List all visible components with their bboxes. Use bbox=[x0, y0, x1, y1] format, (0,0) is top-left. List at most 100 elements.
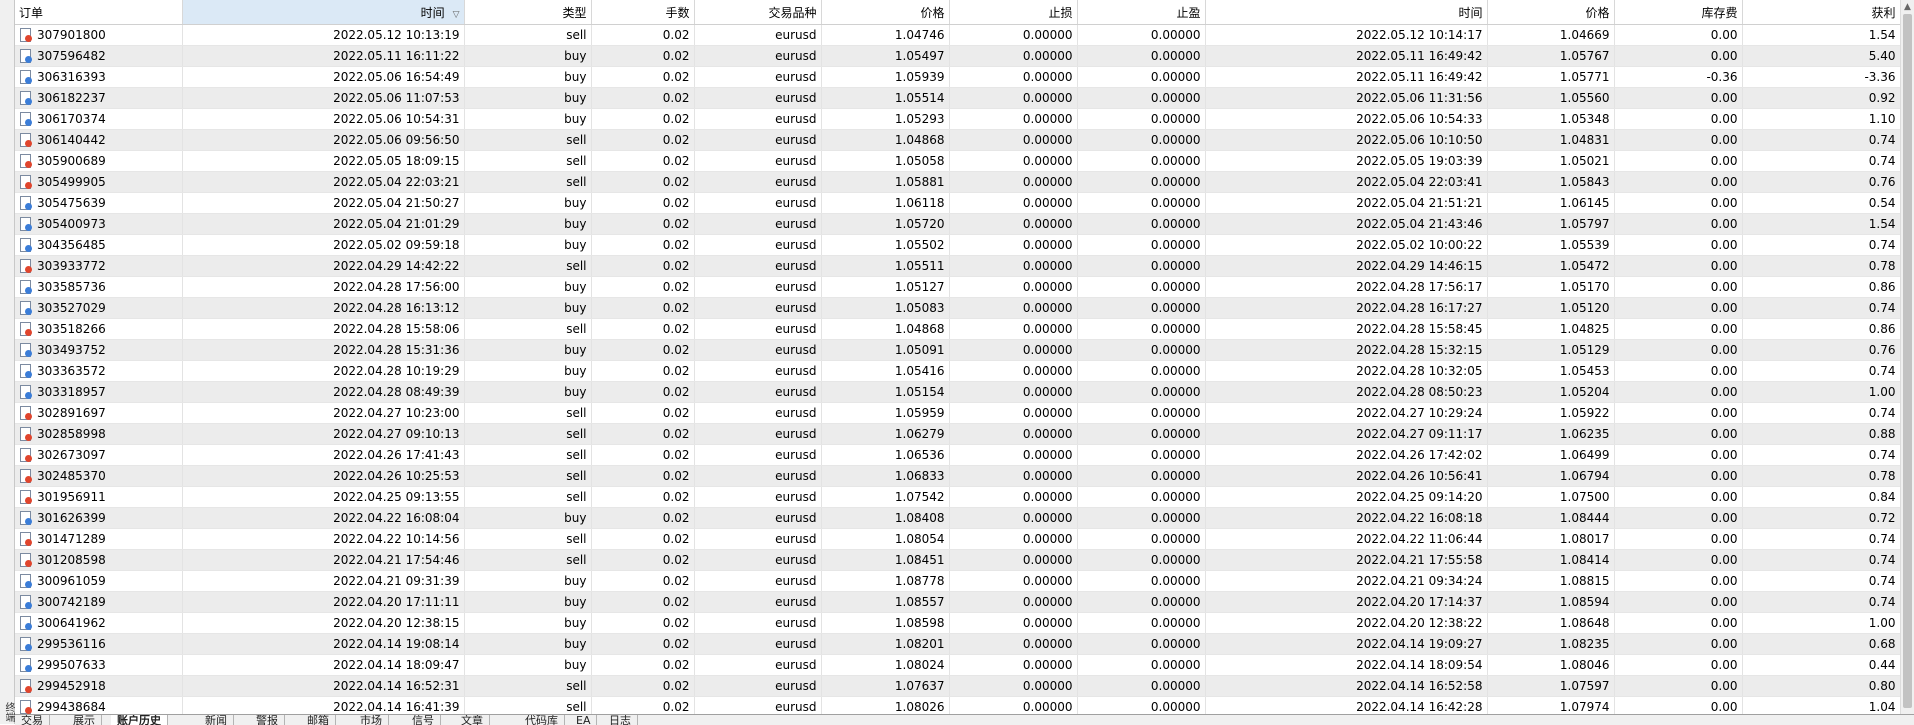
table-row[interactable]: 300641962 2022.04.20 12:38:15 buy 0.02 eurus… bbox=[15, 612, 1900, 634]
cell-type: buy bbox=[464, 192, 592, 214]
cell-swap: 0.00 bbox=[1614, 675, 1743, 697]
table-row[interactable]: 305900689 2022.05.05 18:09:15 sell 0.02 euru… bbox=[15, 150, 1900, 172]
column-header-swap[interactable]: 库存费 bbox=[1614, 0, 1743, 25]
cell-open-price: 1.06833 bbox=[821, 465, 950, 487]
cell-order: 301208598 bbox=[15, 549, 183, 571]
cell-open-price: 1.08201 bbox=[821, 633, 950, 655]
cell-order: 301471289 bbox=[15, 528, 183, 550]
scroll-up-arrow-icon[interactable]: ▲ bbox=[1904, 2, 1911, 12]
table-row[interactable]: 302485370 2022.04.26 10:25:53 sell 0.02 euru… bbox=[15, 465, 1900, 487]
vertical-scrollbar[interactable]: ▲ bbox=[1900, 0, 1914, 714]
table-row[interactable]: 299438684 2022.04.14 16:41:39 sell 0.02 euru… bbox=[15, 696, 1900, 714]
column-header-open-time[interactable]: 时间 ▽ bbox=[182, 0, 465, 25]
table-row[interactable]: 306140442 2022.05.06 09:56:50 sell 0.02 euru… bbox=[15, 129, 1900, 151]
cell-close-time: 2022.05.02 10:00:22 bbox=[1205, 234, 1488, 256]
cell-swap: 0.00 bbox=[1614, 255, 1743, 277]
column-header-tp[interactable]: 止盈 bbox=[1077, 0, 1206, 25]
table-row[interactable]: 305499905 2022.05.04 22:03:21 sell 0.02 euru… bbox=[15, 171, 1900, 193]
table-row[interactable]: 299536116 2022.04.14 19:08:14 buy 0.02 eurus… bbox=[15, 633, 1900, 655]
cell-swap: 0.00 bbox=[1614, 24, 1743, 46]
column-header-volume[interactable]: 手数 bbox=[591, 0, 695, 25]
cell-close-time: 2022.04.21 17:55:58 bbox=[1205, 549, 1488, 571]
cell-symbol: eurusd bbox=[694, 402, 822, 424]
table-row[interactable]: 304356485 2022.05.02 09:59:18 buy 0.02 eurus… bbox=[15, 234, 1900, 256]
cell-swap: 0.00 bbox=[1614, 570, 1743, 592]
cell-tp: 0.00000 bbox=[1077, 507, 1206, 529]
cell-open-time: 2022.04.21 17:54:46 bbox=[182, 549, 465, 571]
cell-open-time: 2022.05.05 18:09:15 bbox=[182, 150, 465, 172]
cell-open-time: 2022.05.04 21:01:29 bbox=[182, 213, 465, 235]
table-row[interactable]: 301626399 2022.04.22 16:08:04 buy 0.02 eurus… bbox=[15, 507, 1900, 529]
cell-profit: 0.74 bbox=[1742, 360, 1900, 382]
cell-type: sell bbox=[464, 402, 592, 424]
table-row[interactable]: 305400973 2022.05.04 21:01:29 buy 0.02 eurus… bbox=[15, 213, 1900, 235]
cell-close-time: 2022.04.26 17:42:02 bbox=[1205, 444, 1488, 466]
table-row[interactable]: 303518266 2022.04.28 15:58:06 sell 0.02 euru… bbox=[15, 318, 1900, 340]
cell-sl: 0.00000 bbox=[949, 654, 1078, 676]
table-row[interactable]: 301208598 2022.04.21 17:54:46 sell 0.02 euru… bbox=[15, 549, 1900, 571]
table-row[interactable]: 303493752 2022.04.28 15:31:36 buy 0.02 eurus… bbox=[15, 339, 1900, 361]
cell-symbol: eurusd bbox=[694, 360, 822, 382]
cell-volume: 0.02 bbox=[591, 675, 695, 697]
cell-close-price: 1.05539 bbox=[1487, 234, 1615, 256]
table-row[interactable]: 300961059 2022.04.21 09:31:39 buy 0.02 eurus… bbox=[15, 570, 1900, 592]
column-header-label: 交易品种 bbox=[768, 5, 817, 20]
cell-swap: 0.00 bbox=[1614, 360, 1743, 382]
cell-tp: 0.00000 bbox=[1077, 234, 1206, 256]
table-row[interactable]: 306316393 2022.05.06 16:54:49 buy 0.02 eurus… bbox=[15, 66, 1900, 88]
table-row[interactable]: 303527029 2022.04.28 16:13:12 buy 0.02 eurus… bbox=[15, 297, 1900, 319]
cell-symbol: eurusd bbox=[694, 129, 822, 151]
table-row[interactable]: 301471289 2022.04.22 10:14:56 sell 0.02 euru… bbox=[15, 528, 1900, 550]
cell-symbol: eurusd bbox=[694, 633, 822, 655]
column-header-close-price[interactable]: 价格 bbox=[1487, 0, 1615, 25]
cell-swap: 0.00 bbox=[1614, 318, 1743, 340]
cell-type: buy bbox=[464, 360, 592, 382]
table-row[interactable]: 303363572 2022.04.28 10:19:29 buy 0.02 eurus… bbox=[15, 360, 1900, 382]
cell-symbol: eurusd bbox=[694, 234, 822, 256]
cell-close-time: 2022.05.04 22:03:41 bbox=[1205, 171, 1488, 193]
cell-volume: 0.02 bbox=[591, 423, 695, 445]
table-row[interactable]: 303933772 2022.04.29 14:42:22 sell 0.02 euru… bbox=[15, 255, 1900, 277]
table-row[interactable]: 303585736 2022.04.28 17:56:00 buy 0.02 eurus… bbox=[15, 276, 1900, 298]
column-header-profit[interactable]: 获利 bbox=[1742, 0, 1900, 25]
cell-tp: 0.00000 bbox=[1077, 339, 1206, 361]
table-row[interactable]: 302858998 2022.04.27 09:10:13 sell 0.02 euru… bbox=[15, 423, 1900, 445]
cell-profit: 0.80 bbox=[1742, 675, 1900, 697]
column-header-type[interactable]: 类型 bbox=[464, 0, 592, 25]
cell-sl: 0.00000 bbox=[949, 507, 1078, 529]
table-row[interactable]: 299507633 2022.04.14 18:09:47 buy 0.02 eurus… bbox=[15, 654, 1900, 676]
column-header-close-time[interactable]: 时间 bbox=[1205, 0, 1488, 25]
column-header-order[interactable]: 订单 bbox=[15, 0, 183, 25]
table-row[interactable]: 305475639 2022.05.04 21:50:27 buy 0.02 eurus… bbox=[15, 192, 1900, 214]
cell-tp: 0.00000 bbox=[1077, 171, 1206, 193]
table-row[interactable]: 302673097 2022.04.26 17:41:43 sell 0.02 euru… bbox=[15, 444, 1900, 466]
table-row[interactable]: 301956911 2022.04.25 09:13:55 sell 0.02 euru… bbox=[15, 486, 1900, 508]
table-row[interactable]: 300742189 2022.04.20 17:11:11 buy 0.02 eurus… bbox=[15, 591, 1900, 613]
column-header-sl[interactable]: 止损 bbox=[949, 0, 1078, 25]
table-row[interactable]: 302891697 2022.04.27 10:23:00 sell 0.02 euru… bbox=[15, 402, 1900, 424]
table-row[interactable]: 299452918 2022.04.14 16:52:31 sell 0.02 euru… bbox=[15, 675, 1900, 697]
cell-profit: 0.84 bbox=[1742, 486, 1900, 508]
cell-symbol: eurusd bbox=[694, 213, 822, 235]
cell-order: 303585736 bbox=[15, 276, 183, 298]
order-number: 302858998 bbox=[37, 427, 106, 441]
table-row[interactable]: 306182237 2022.05.06 11:07:53 buy 0.02 eurus… bbox=[15, 87, 1900, 109]
table-row[interactable]: 306170374 2022.05.06 10:54:31 buy 0.02 eurus… bbox=[15, 108, 1900, 130]
cell-profit: 1.54 bbox=[1742, 24, 1900, 46]
table-row[interactable]: 307901800 2022.05.12 10:13:19 sell 0.02 euru… bbox=[15, 24, 1900, 46]
table-row[interactable]: 303318957 2022.04.28 08:49:39 buy 0.02 eurus… bbox=[15, 381, 1900, 403]
cell-open-time: 2022.04.28 16:13:12 bbox=[182, 297, 465, 319]
column-header-open-price[interactable]: 价格 bbox=[821, 0, 950, 25]
cell-sl: 0.00000 bbox=[949, 192, 1078, 214]
cell-sl: 0.00000 bbox=[949, 87, 1078, 109]
cell-volume: 0.02 bbox=[591, 360, 695, 382]
order-number: 303363572 bbox=[37, 364, 106, 378]
cell-order: 303933772 bbox=[15, 255, 183, 277]
cell-swap: 0.00 bbox=[1614, 633, 1743, 655]
column-header-symbol[interactable]: 交易品种 bbox=[694, 0, 822, 25]
buy-order-icon bbox=[19, 364, 32, 378]
cell-open-price: 1.05502 bbox=[821, 234, 950, 256]
scrollbar-thumb[interactable] bbox=[1903, 14, 1912, 708]
cell-symbol: eurusd bbox=[694, 675, 822, 697]
table-row[interactable]: 307596482 2022.05.11 16:11:22 buy 0.02 eurus… bbox=[15, 45, 1900, 67]
